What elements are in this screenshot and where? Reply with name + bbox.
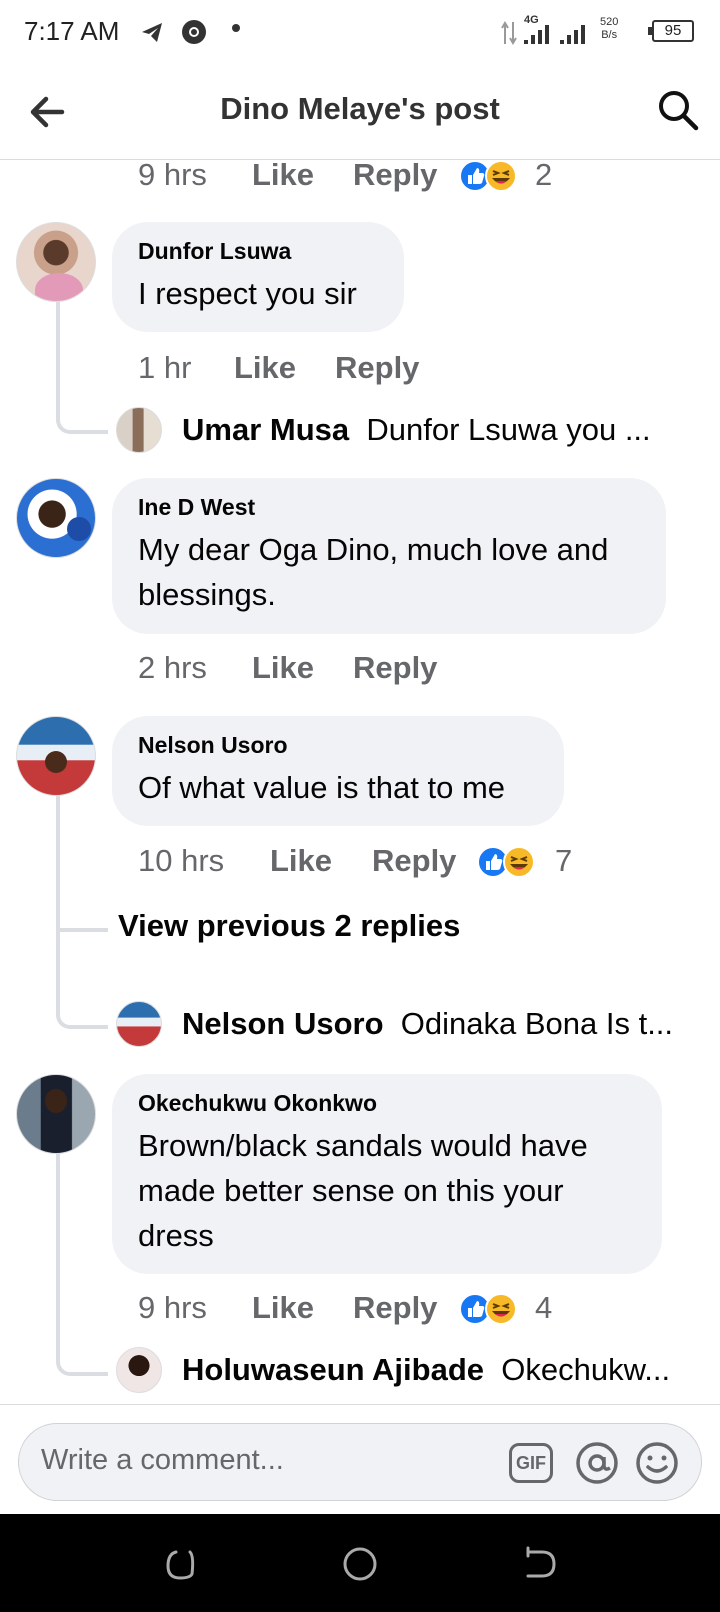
comment-time: 2 hrs <box>138 650 207 685</box>
comment-text: Brown/black sandals would have made bett… <box>138 1128 588 1253</box>
like-button[interactable]: Like <box>252 1290 314 1326</box>
reactions-icon[interactable] <box>476 845 540 879</box>
reply-preview[interactable]: Nelson Usoro Odinaka Bona Is t... <box>182 1002 702 1046</box>
search-icon[interactable] <box>656 88 700 132</box>
comment-meta: 1 hr Like Reply <box>138 350 698 390</box>
comment-bubble[interactable]: Okechukwu Okonkwo Brown/black sandals wo… <box>112 1074 662 1274</box>
chrome-icon <box>182 20 206 44</box>
reply-text: Odinaka Bona Is t... <box>400 1006 674 1041</box>
reply-button[interactable]: Reply <box>372 843 456 879</box>
comment-time: 10 hrs <box>138 843 225 878</box>
network-speed-unit: B/s <box>601 29 618 41</box>
app-header: Dino Melaye's post <box>0 64 720 160</box>
status-time: 7:17 AM <box>24 16 120 46</box>
comment-author[interactable]: Okechukwu Okonkwo <box>138 1090 636 1117</box>
reply-text: Okechukw... <box>501 1352 671 1387</box>
comment-text: My dear Oga Dino, much love and blessing… <box>138 532 609 612</box>
like-button[interactable]: Like <box>252 650 314 686</box>
comment-bubble[interactable]: Dunfor Lsuwa I respect you sir <box>112 222 404 332</box>
system-nav-bar <box>0 1514 720 1612</box>
reply-button[interactable]: Reply <box>353 1290 437 1326</box>
gif-icon[interactable]: GIF <box>509 1443 553 1483</box>
back-nav-icon[interactable] <box>520 1544 560 1584</box>
notification-dot <box>232 24 240 32</box>
comment-composer-bar: Write a comment... GIF <box>0 1404 720 1514</box>
signal-icon <box>524 25 549 44</box>
page-title: Dino Melaye's post <box>220 91 500 126</box>
reply-button[interactable]: Reply <box>353 650 437 686</box>
at-sign-icon[interactable] <box>575 1441 619 1485</box>
reply-button[interactable]: Reply <box>353 157 437 193</box>
comment-meta: 2 hrs Like Reply <box>138 650 698 690</box>
like-button[interactable]: Like <box>252 157 314 193</box>
thread-line <box>56 300 108 434</box>
reply-author: Nelson Usoro <box>182 1006 384 1041</box>
reaction-count: 2 <box>535 157 553 192</box>
comment-meta: 9 hrs Like Reply 4 <box>138 1290 698 1330</box>
avatar[interactable] <box>16 1074 96 1154</box>
avatar[interactable] <box>16 222 96 302</box>
comment-time: 1 hr <box>138 350 192 385</box>
status-bar: 7:17 AM 4G 520 B/s 95 <box>0 0 720 64</box>
comment-author[interactable]: Nelson Usoro <box>138 732 538 759</box>
avatar[interactable] <box>16 478 96 558</box>
comment-time: 9 hrs <box>138 157 207 192</box>
avatar[interactable] <box>116 1347 162 1393</box>
comment-input-placeholder: Write a comment... <box>41 1444 284 1476</box>
comment-meta: 10 hrs Like Reply 7 <box>138 843 698 883</box>
reply-author: Umar Musa <box>182 412 350 447</box>
comment-bubble[interactable]: Nelson Usoro Of what value is that to me <box>112 716 564 826</box>
home-icon[interactable] <box>340 1544 380 1584</box>
reactions-icon[interactable] <box>458 159 522 193</box>
reaction-count: 4 <box>535 1290 553 1325</box>
network-speed-value: 520 <box>600 16 619 28</box>
comment-text: I respect you sir <box>138 276 357 311</box>
network-speed: 520 B/s <box>600 16 618 42</box>
avatar[interactable] <box>116 407 162 453</box>
comment-author[interactable]: Ine D West <box>138 494 640 521</box>
reaction-count: 7 <box>555 843 573 878</box>
reply-preview[interactable]: Umar Musa Dunfor Lsuwa you ... <box>182 408 702 452</box>
thread-branch <box>56 880 108 932</box>
comment-bubble[interactable]: Ine D West My dear Oga Dino, much love a… <box>112 478 666 634</box>
recent-apps-icon[interactable] <box>160 1544 200 1584</box>
data-transfer-icon <box>501 21 517 45</box>
signal-icon-2 <box>560 25 585 44</box>
reactions-icon[interactable] <box>458 1292 522 1326</box>
comment-input[interactable]: Write a comment... GIF <box>18 1423 702 1501</box>
battery-indicator: 95 <box>648 20 694 42</box>
like-button[interactable]: Like <box>270 843 332 879</box>
comment-meta: 9 hrs Like Reply 2 <box>138 157 698 197</box>
comment-time: 9 hrs <box>138 1290 207 1325</box>
avatar[interactable] <box>16 716 96 796</box>
thread-line <box>56 1154 108 1376</box>
comment-author[interactable]: Dunfor Lsuwa <box>138 238 378 265</box>
comment-text: Of what value is that to me <box>138 770 506 805</box>
telegram-icon <box>142 23 162 42</box>
smiley-icon[interactable] <box>635 1441 679 1485</box>
like-button[interactable]: Like <box>234 350 296 386</box>
reply-preview[interactable]: Holuwaseun Ajibade Okechukw... <box>182 1348 702 1392</box>
avatar[interactable] <box>116 1001 162 1047</box>
reply-text: Dunfor Lsuwa you ... <box>366 412 651 447</box>
reply-author: Holuwaseun Ajibade <box>182 1352 485 1387</box>
reply-button[interactable]: Reply <box>335 350 419 386</box>
view-previous-replies-button[interactable]: View previous 2 replies <box>118 908 460 944</box>
